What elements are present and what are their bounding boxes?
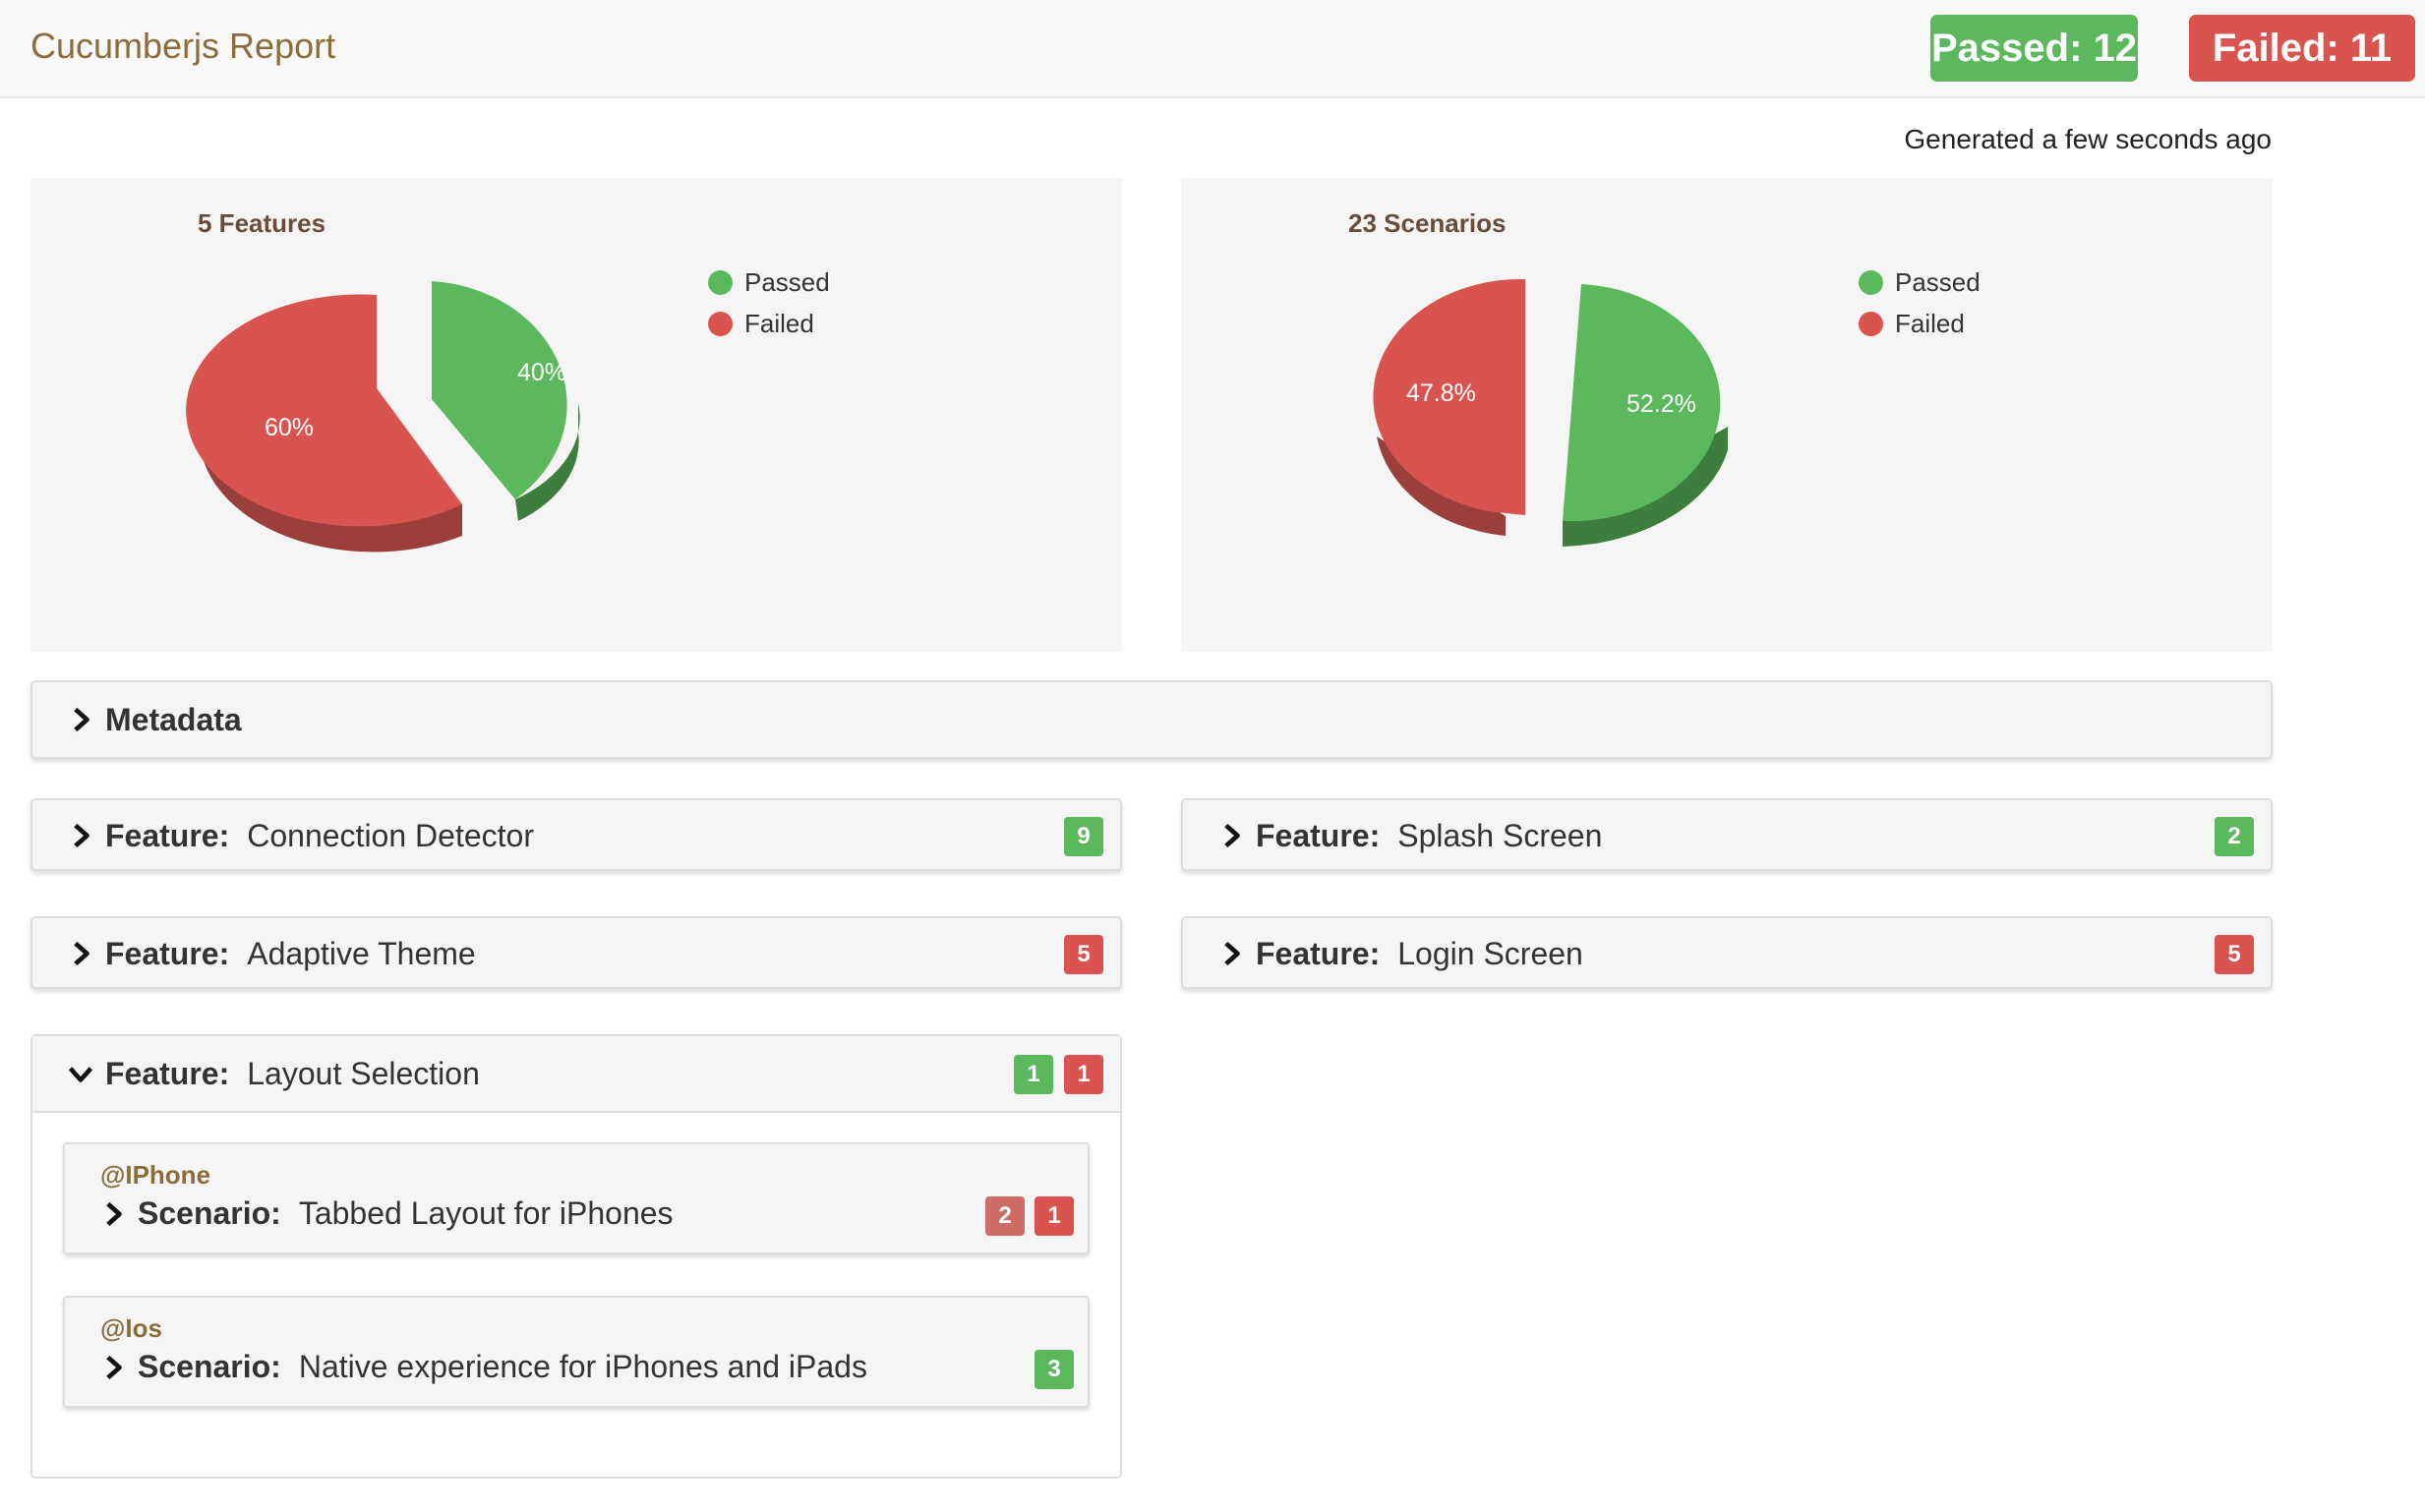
scenario-name: Native experience for iPhones and iPads [298,1349,867,1384]
metadata-heading[interactable]: Metadata [68,682,260,757]
scenario-keyword: Scenario: [138,1195,281,1231]
scenarios-chart-panel: 47.8% 52.2% [1181,178,2273,652]
features-chart-title: 5 Features [198,208,326,238]
features-chart-panel: 40% 60% [30,178,1122,652]
legend-label: Failed [1895,308,1965,338]
scenarios-failed-data-label: 47.8% [1406,379,1476,407]
features-chart-legend: Passed Failed [708,262,830,344]
navbar: Cucumberjs Report Passed: 12 Failed: 11 [0,0,2425,98]
legend-item-failed[interactable]: Failed [1859,303,1981,344]
report-title: Cucumberjs Report [30,26,336,66]
scenario-panel-tabbed-layout[interactable]: @IPhone Scenario: Tabbed Layout for iPho… [63,1142,1090,1254]
scenario-heading[interactable]: Scenario: Native experience for iPhones … [100,1349,867,1385]
failed-count-badge: 5 [1064,935,1103,974]
feature-keyword: Feature: [105,1055,230,1091]
passed-summary-badge: Passed: 12 [1930,15,2138,82]
generated-timestamp: Generated a few seconds ago [1904,124,2272,154]
scenarios-chart-title: 23 Scenarios [1348,208,1507,238]
passed-count-badge: 2 [2215,817,2254,856]
legend-item-failed[interactable]: Failed [708,303,830,344]
feature-keyword: Feature: [1256,935,1381,971]
chevron-right-icon [106,1201,122,1226]
passed-count-badge: 3 [1035,1350,1074,1389]
feature-heading[interactable]: Feature: Login Screen [1218,918,1583,989]
failed-count-badge: 5 [2215,935,2254,974]
feature-name: Layout Selection [247,1055,480,1091]
legend-label: Passed [744,266,830,297]
feature-panel-adaptive-theme[interactable]: Feature: Adaptive Theme 5 [30,916,1122,989]
feature-keyword: Feature: [105,817,230,853]
chevron-right-icon [1224,941,1240,966]
passed-count-badge: 9 [1064,817,1103,856]
skipped-count-badge: 2 [985,1196,1025,1236]
chevron-right-icon [106,1355,122,1379]
features-pie-chart: 40% 60% [186,281,580,552]
scenario-heading[interactable]: Scenario: Tabbed Layout for iPhones [100,1195,674,1232]
feature-heading[interactable]: Feature: Splash Screen [1218,800,1602,871]
legend-item-passed[interactable]: Passed [1859,262,1981,303]
failed-legend-dot [1859,311,1883,336]
legend-label: Passed [1895,266,1981,297]
scenario-panel-native-experience[interactable]: @Ios Scenario: Native experience for iPh… [63,1296,1090,1408]
feature-heading[interactable]: Feature: Adaptive Theme [68,918,476,989]
scenario-tag: @Ios [100,1313,162,1343]
chevron-right-icon [74,941,89,966]
features-passed-data-label: 40% [517,359,566,386]
passed-count-badge: 1 [1014,1055,1053,1094]
features-failed-data-label: 60% [265,414,314,441]
feature-name: Connection Detector [247,817,534,853]
feature-panel-layout-selection: Feature: Layout Selection 1 1 @IPhone Sc… [30,1034,1122,1479]
chevron-right-icon [1224,823,1240,848]
failed-summary-badge: Failed: 11 [2189,15,2415,82]
legend-item-passed[interactable]: Passed [708,262,830,303]
chevron-down-icon [68,1067,93,1082]
feature-panel-splash-screen[interactable]: Feature: Splash Screen 2 [1181,798,2273,871]
feature-heading[interactable]: Feature: Connection Detector [68,800,534,871]
chevron-right-icon [74,707,89,732]
legend-label: Failed [744,308,814,338]
failed-count-badge: 1 [1035,1196,1074,1236]
feature-panel-connection-detector[interactable]: Feature: Connection Detector 9 [30,798,1122,871]
failed-legend-dot [708,311,733,336]
feature-panel-login-screen[interactable]: Feature: Login Screen 5 [1181,916,2273,989]
metadata-panel[interactable]: Metadata [30,680,2273,759]
passed-legend-dot [1859,269,1883,295]
feature-name: Adaptive Theme [247,935,476,971]
feature-keyword: Feature: [105,935,230,971]
scenario-keyword: Scenario: [138,1349,281,1384]
feature-name: Login Screen [1397,935,1583,971]
feature-name: Splash Screen [1397,817,1603,853]
scenario-name: Tabbed Layout for iPhones [298,1195,674,1231]
feature-heading[interactable]: Feature: Layout Selection [68,1036,480,1111]
failed-count-badge: 1 [1064,1055,1103,1094]
metadata-label: Metadata [105,701,242,737]
scenario-tag: @IPhone [100,1160,211,1190]
scenarios-pie-chart: 47.8% 52.2% [1373,278,1728,547]
chevron-right-icon [74,823,89,848]
feature-keyword: Feature: [1256,817,1381,853]
features-passed-slice [432,281,567,499]
passed-legend-dot [708,269,733,295]
scenarios-passed-data-label: 52.2% [1627,390,1696,418]
feature-heading-expanded[interactable]: Feature: Layout Selection 1 1 [32,1036,1120,1113]
scenarios-chart-legend: Passed Failed [1859,262,1981,344]
